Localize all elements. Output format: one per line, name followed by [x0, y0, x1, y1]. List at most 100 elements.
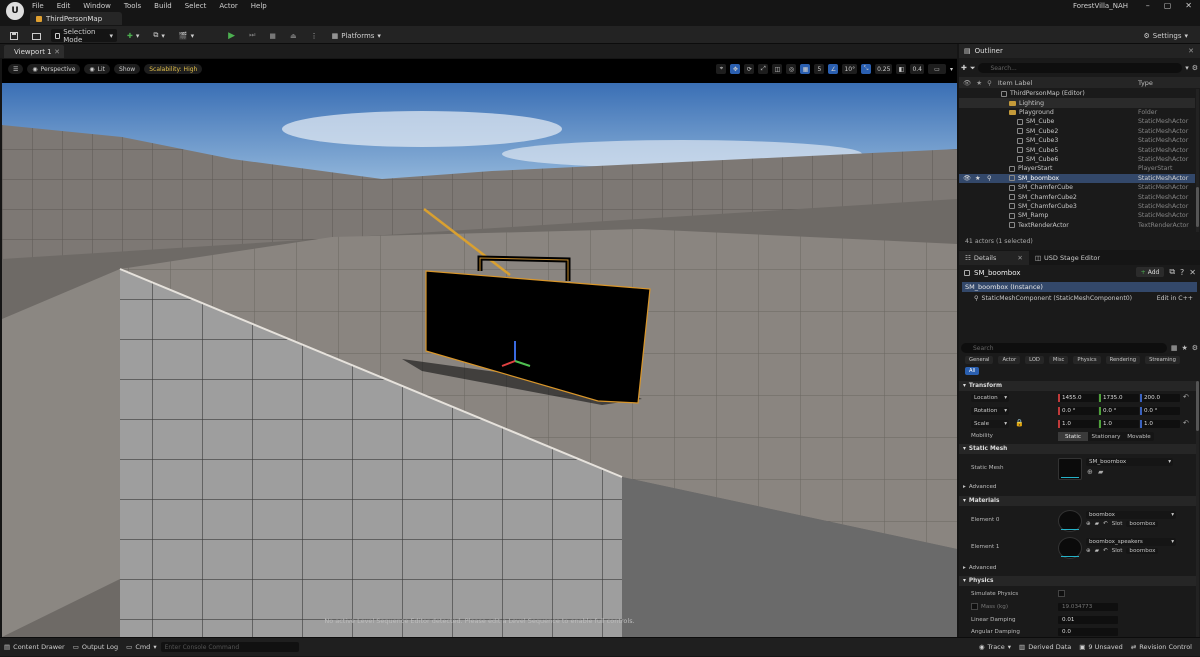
platforms-button[interactable]: ▦ Platforms ▾ — [328, 29, 385, 42]
material-thumbnail[interactable] — [1058, 537, 1082, 559]
menu-help[interactable]: Help — [251, 2, 267, 10]
browse-icon[interactable]: ⊕ — [1086, 548, 1091, 554]
output-log-button[interactable]: ▭ Output Log — [69, 638, 122, 657]
slot-name[interactable]: boombox — [1126, 548, 1159, 554]
mass-override-checkbox[interactable] — [971, 603, 978, 610]
close-icon[interactable]: ✕ — [1189, 268, 1196, 277]
list-item[interactable]: SM_Ramp StaticMeshActor — [959, 211, 1195, 220]
list-item[interactable]: SM_ChamferCube2 StaticMeshActor — [959, 192, 1195, 201]
section-static-mesh[interactable]: ▾ Static Mesh — [959, 444, 1196, 454]
menu-window[interactable]: Window — [83, 2, 111, 10]
document-tab[interactable]: ThirdPersonMap — [30, 12, 122, 25]
menu-select[interactable]: Select — [185, 2, 207, 10]
list-item[interactable]: SM_Cube StaticMeshActor — [959, 117, 1195, 126]
play-step-icon[interactable]: ⏭ — [245, 29, 259, 42]
menu-file[interactable]: File — [32, 2, 44, 10]
category-lod[interactable]: LOD — [1025, 356, 1044, 364]
level-viewport[interactable]: ☰ ◉ Perspective ◉ Lit Show Scalability: Hi… — [2, 59, 957, 637]
rotation-y-input[interactable]: 0.0 ° — [1099, 407, 1139, 415]
favorite-icon[interactable]: ★ — [1181, 344, 1187, 352]
simulate-physics-checkbox[interactable] — [1058, 590, 1065, 597]
add-icon[interactable]: ✚ — [961, 64, 967, 72]
list-item[interactable]: SM_Cube3 StaticMeshActor — [959, 136, 1195, 145]
cmd-button[interactable]: ▭ Cmd ▾ — [122, 638, 160, 657]
outliner-scrollbar[interactable] — [1196, 89, 1199, 232]
blueprint-icon[interactable]: ⧉ ▾ — [149, 29, 169, 42]
category-actor[interactable]: Actor — [998, 356, 1021, 364]
actor-name[interactable]: SM_boombox — [974, 269, 1020, 277]
tab-details[interactable]: ☷ Details ✕ — [959, 251, 1029, 265]
menu-actor[interactable]: Actor — [219, 2, 237, 10]
browse-icon[interactable]: ⊕ — [1087, 468, 1093, 476]
scale-icon[interactable]: ⤢ — [758, 64, 769, 74]
details-scrollbar[interactable] — [1196, 381, 1199, 637]
reset-icon[interactable]: ↶ — [1183, 419, 1189, 427]
list-item-selected[interactable]: 👁 ★ ⚲ SM_boombox StaticMeshActor — [959, 173, 1195, 183]
cinematics-icon[interactable]: 🎬 ▾ — [175, 29, 198, 42]
list-item[interactable]: SM_ChamferCube3 StaticMeshActor — [959, 202, 1195, 211]
lock-icon[interactable]: 🔒 — [1015, 419, 1024, 427]
material-thumbnail[interactable] — [1058, 510, 1082, 532]
minimize-button[interactable]: – — [1146, 1, 1150, 10]
console-command-input[interactable]: Enter Console Command — [160, 642, 299, 652]
angle-snap-icon[interactable]: ∠ — [828, 64, 839, 74]
scale-snap-value[interactable]: 0.25 — [875, 64, 893, 74]
location-y-input[interactable]: 1735.0 — [1099, 394, 1139, 402]
folder-icon[interactable]: ▰ — [1098, 468, 1103, 476]
section-physics[interactable]: ▾ Physics — [959, 576, 1196, 586]
close-tab-icon[interactable]: ✕ — [1188, 47, 1194, 55]
grid-snap-value[interactable]: 5 — [814, 64, 825, 74]
lit-button[interactable]: ◉ Lit — [84, 64, 111, 74]
select-mode-icon[interactable]: ⌖ — [716, 64, 727, 74]
eject-icon[interactable]: ⏏ — [286, 29, 301, 42]
menu-edit[interactable]: Edit — [57, 2, 71, 10]
camera-speed-value[interactable]: 0.4 — [910, 64, 924, 74]
scene-render[interactable] — [2, 59, 957, 637]
filter-icon[interactable]: ⏷ — [970, 64, 976, 73]
list-item[interactable]: SM_ChamferCube StaticMeshActor — [959, 183, 1195, 192]
angle-snap-value[interactable]: 10° — [842, 64, 858, 74]
angular-damping-input[interactable]: 0.0 — [1058, 628, 1118, 636]
category-physics[interactable]: Physics — [1073, 356, 1101, 364]
mass-input[interactable]: 19.034773 — [1058, 603, 1118, 611]
property-matrix-icon[interactable]: ▦ — [1171, 344, 1178, 352]
favorite-icon[interactable]: ★ — [976, 79, 982, 87]
section-transform[interactable]: ▾ Transform — [959, 381, 1196, 391]
category-rendering[interactable]: Rendering — [1105, 356, 1141, 364]
static-mesh-advanced[interactable]: ▸ Advanced — [963, 484, 996, 490]
unsaved-button[interactable]: ▣ 9 Unsaved — [1075, 638, 1127, 657]
blueprint-icon[interactable]: ⧉ — [1169, 267, 1175, 277]
content-browser-icon[interactable] — [28, 29, 45, 42]
stop-icon[interactable]: ■ — [265, 29, 280, 42]
close-tab-icon[interactable]: ✕ — [1017, 254, 1022, 262]
menu-build[interactable]: Build — [154, 2, 172, 10]
mobility-static[interactable]: Static — [1058, 432, 1088, 441]
folder-icon[interactable]: ▰ — [1095, 548, 1099, 554]
component-row[interactable]: ⚲ StaticMeshComponent (StaticMeshCompone… — [962, 293, 1197, 303]
material-element0-dropdown[interactable]: boombox ▾ — [1086, 511, 1176, 519]
play-icon[interactable]: ▶ — [224, 29, 239, 42]
reset-icon[interactable]: ↶ — [1183, 393, 1189, 401]
materials-advanced[interactable]: ▸ Advanced — [963, 565, 996, 571]
location-z-input[interactable]: 200.0 — [1140, 394, 1180, 402]
scale-z-input[interactable]: 1.0 — [1140, 420, 1180, 428]
perspective-button[interactable]: ◉ Perspective — [27, 64, 81, 74]
translate-icon[interactable]: ✥ — [730, 64, 741, 74]
rotation-x-input[interactable]: 0.0 ° — [1058, 407, 1098, 415]
category-general[interactable]: General — [965, 356, 994, 364]
pin-icon[interactable]: ⚲ — [987, 175, 992, 182]
close-button[interactable]: ✕ — [1185, 1, 1192, 10]
outliner-search-input[interactable]: Search... — [978, 63, 1183, 73]
chevron-down-icon[interactable]: ▾ — [1185, 64, 1189, 72]
column-item-label[interactable]: Item Label — [998, 79, 1032, 87]
list-item[interactable]: Playground Folder — [959, 108, 1195, 117]
close-tab-icon[interactable]: ✕ — [54, 48, 60, 56]
rotation-z-input[interactable]: 0.0 ° — [1140, 407, 1180, 415]
list-item[interactable]: TextRenderActor TextRenderActor — [959, 221, 1195, 230]
scalability-button[interactable]: Scalability: High — [144, 64, 203, 74]
folder-icon[interactable]: ▰ — [1095, 521, 1099, 527]
location-x-input[interactable]: 1455.0 — [1058, 394, 1098, 402]
rotation-dropdown[interactable]: Rotation ▾ — [971, 407, 1009, 415]
unreal-logo-icon[interactable]: U — [6, 2, 24, 20]
trace-button[interactable]: ◉ Trace ▾ — [975, 638, 1015, 657]
